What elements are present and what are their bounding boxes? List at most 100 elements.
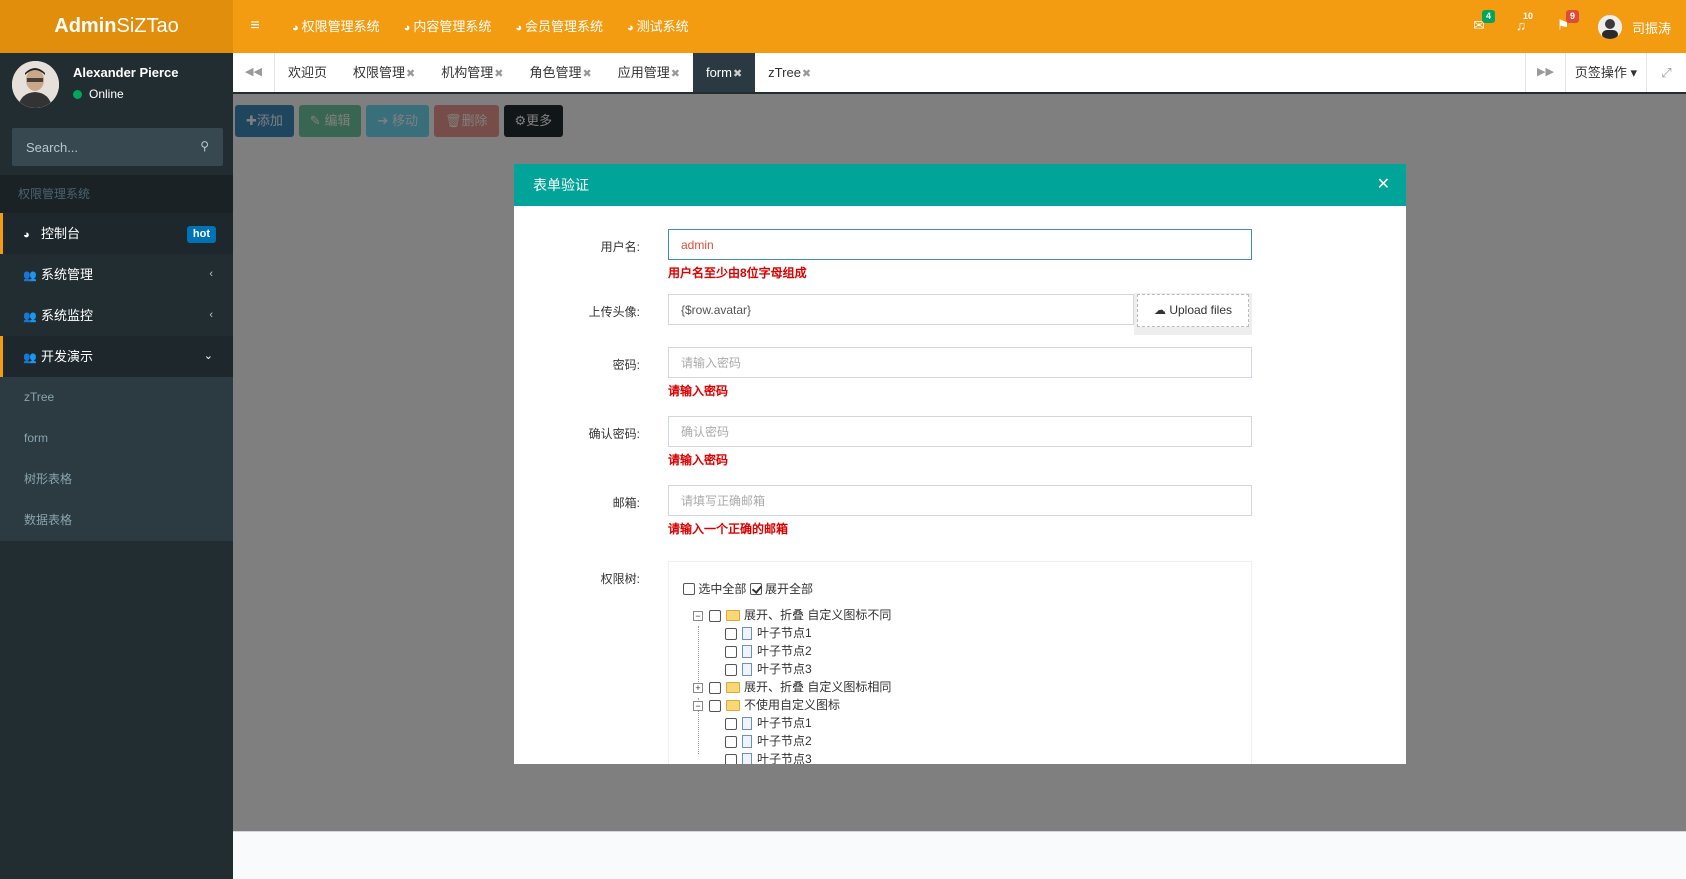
tree-checkbox[interactable] [725,645,737,658]
expand-all-label: 展开全部 [765,582,814,596]
dashboard-icon: ◕ [627,22,634,34]
tab-auth-manage[interactable]: 权限管理✖ [340,53,428,92]
bell-icon[interactable]: ♫ 10 [1509,10,1537,37]
top-nav-item-member[interactable]: ◕ 会员管理系统 [503,0,615,53]
backward-icon[interactable]: ◀◀ [233,53,275,92]
email-field[interactable] [668,485,1252,516]
messages-badge: 4 [1481,10,1495,23]
tree-checkbox[interactable] [709,681,721,694]
folder-icon [726,610,740,622]
dashboard-icon: ◕ [292,22,299,34]
confirm-password-field[interactable] [668,416,1252,447]
sidebar-item-dashboard[interactable]: ◕ 控制台 hot [0,213,233,254]
expand-icon[interactable]: + [693,682,703,693]
confirm-password-label: 确认密码: [588,427,640,441]
username-field[interactable] [668,229,1252,260]
user-status: Online [73,87,124,101]
footer [233,831,1686,879]
tab-ops-dropdown[interactable]: 页签操作 ▾ [1565,53,1647,92]
tree-node-folder[interactable]: − 不使用自定义图标 [693,696,840,714]
file-icon [742,627,752,641]
bars-icon[interactable]: ≡ [247,16,263,36]
top-nav: ◕ 权限管理系统 ◕ 内容管理系统 ◕ 会员管理系统 ◕ 测试系统 [280,0,701,53]
close-icon[interactable]: ✖ [494,68,503,80]
upload-files-button[interactable]: ☁ Upload files [1137,294,1249,327]
tab-role-manage[interactable]: 角色管理✖ [516,53,604,92]
expand-all-checkbox[interactable] [749,582,762,595]
password-error: 请输入密码 [668,384,729,398]
dashboard-icon: ◕ [515,22,522,34]
sidebar-subitem-ztree[interactable]: zTree [0,377,233,418]
email-label: 邮箱: [612,496,640,510]
users-icon: 👥 [23,352,37,364]
app-logo[interactable]: AdminSiZTao [0,0,233,53]
permission-tree: 选中全部 展开全部 − 展开、折叠 自定义图标不同 叶子节点1 叶子节点2 叶子节… [668,561,1252,764]
users-icon: 👥 [23,270,37,282]
tree-checkbox[interactable] [709,699,721,712]
tree-checkbox[interactable] [725,735,737,748]
close-icon[interactable]: ✖ [733,68,742,80]
top-nav-item-content[interactable]: ◕ 内容管理系统 [392,0,504,53]
tree-node-leaf[interactable]: 叶子节点1 [725,714,812,732]
flag-icon[interactable]: ⚑ 9 [1551,10,1579,37]
close-icon[interactable]: ✖ [671,68,680,80]
tree-node-leaf[interactable]: 叶子节点1 [725,624,812,642]
chevron-left-icon: ‹ [209,309,213,321]
sidebar-item-system-manage[interactable]: 👥 系统管理 ‹ [0,254,233,295]
top-nav-item-test[interactable]: ◕ 测试系统 [615,0,701,53]
tab-org-manage[interactable]: 机构管理✖ [428,53,516,92]
sidebar-item-dev-demo[interactable]: 👥 开发演示 ⌄ [0,336,233,377]
tree-node-folder[interactable]: + 展开、折叠 自定义图标相同 [693,678,891,696]
tree-node-folder[interactable]: − 展开、折叠 自定义图标不同 [693,606,891,624]
collapse-icon[interactable]: − [693,610,703,621]
close-icon[interactable]: ✕ [1377,164,1390,206]
forward-icon[interactable]: ▶▶ [1525,53,1565,92]
notifications-badge: 10 [1518,10,1537,23]
sidebar-item-system-monitor[interactable]: 👥 系统监控 ‹ [0,295,233,336]
tab-app-manage[interactable]: 应用管理✖ [605,53,693,92]
tree-checkbox[interactable] [725,753,737,764]
file-icon [742,645,752,659]
tab-welcome[interactable]: 欢迎页 [275,53,340,92]
file-icon [742,663,752,677]
tree-checkbox[interactable] [709,609,721,622]
sidebar-search: ⚲ [12,128,223,166]
password-field[interactable] [668,347,1252,378]
file-icon [742,735,752,749]
tree-checkbox[interactable] [725,717,737,730]
avatar-label: 上传头像: [588,305,640,319]
fullscreen-icon[interactable]: ⤢ [1647,53,1686,92]
password-label: 密码: [612,358,640,372]
sidebar-subitem-tree-table[interactable]: 树形表格 [0,459,233,500]
user-panel: Alexander Pierce Online [0,53,233,118]
sidebar-subitem-data-table[interactable]: 数据表格 [0,500,233,541]
tab-form[interactable]: form✖ [692,53,756,92]
tree-checkbox[interactable] [725,627,737,640]
search-input[interactable] [12,128,182,166]
permission-tree-label: 权限树: [600,572,640,586]
username-label: 用户名: [600,240,640,254]
file-icon [742,753,752,764]
avatar-path-field[interactable] [668,294,1134,325]
folder-icon [726,700,740,712]
tree-node-leaf[interactable]: 叶子节点2 [725,642,812,660]
avatar [12,61,59,108]
close-icon[interactable]: ✖ [583,68,592,80]
close-icon[interactable]: ✖ [802,68,811,80]
online-dot-icon [73,89,82,99]
close-icon[interactable]: ✖ [406,68,415,80]
search-icon[interactable]: ⚲ [200,139,209,153]
collapse-icon[interactable]: − [693,700,703,711]
username-error: 用户名至少由8位字母组成 [668,266,807,280]
select-all-checkbox[interactable] [683,582,695,595]
envelope-icon[interactable]: ✉ 4 [1467,10,1495,37]
tree-node-leaf[interactable]: 叶子节点3 [725,750,812,764]
dashboard-icon: ◕ [403,22,411,34]
tree-checkbox[interactable] [725,663,737,676]
tab-ztree[interactable]: zTree✖ [755,53,824,92]
user-menu[interactable]: 司振涛 [1598,14,1671,40]
top-nav-item-auth[interactable]: ◕ 权限管理系统 [280,0,392,53]
sidebar-subitem-form[interactable]: form [0,418,233,459]
tree-node-leaf[interactable]: 叶子节点3 [725,660,812,678]
tree-node-leaf[interactable]: 叶子节点2 [725,732,812,750]
